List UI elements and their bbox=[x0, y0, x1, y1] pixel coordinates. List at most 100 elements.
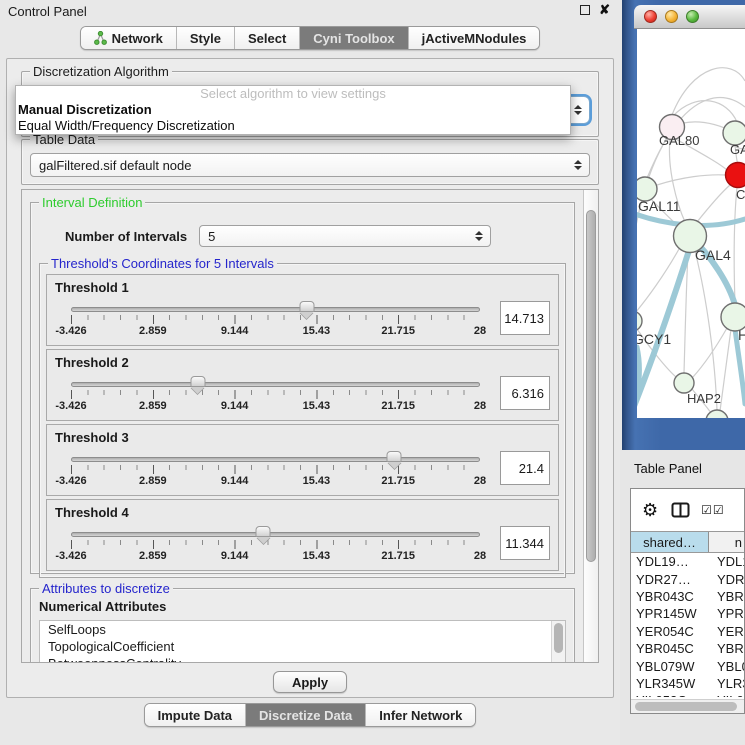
top-tab-row: Network Style Select Cyni Toolbox jActiv… bbox=[0, 26, 620, 56]
table-row[interactable]: YER054C YER0 bbox=[631, 623, 744, 640]
cell[interactable]: YBR043C bbox=[631, 589, 709, 604]
split-columns-icon[interactable] bbox=[671, 502, 690, 518]
group-title: Discretization Algorithm bbox=[30, 64, 172, 79]
settings-vertical-scrollbar[interactable] bbox=[583, 190, 598, 662]
tab-label: Cyni Toolbox bbox=[313, 31, 394, 46]
tab-label: Style bbox=[190, 31, 221, 46]
table-data-group: Table Data galFiltered.sif default node bbox=[21, 139, 599, 185]
table-row[interactable]: YDL19… YDL1 bbox=[631, 553, 744, 570]
threshold-3-value[interactable]: 21.4 bbox=[500, 451, 550, 485]
table-row[interactable]: YLR345W YLR3 bbox=[631, 675, 744, 692]
cell[interactable]: YBR0 bbox=[709, 641, 744, 656]
zoom-traffic-light-icon[interactable] bbox=[686, 10, 699, 23]
group-title: Threshold's Coordinates for 5 Intervals bbox=[48, 256, 277, 271]
table-row[interactable]: YBL079W YBL0 bbox=[631, 657, 744, 674]
scale-label: 21.715 bbox=[381, 400, 415, 412]
dropdown-hint: Select algorithm to view settings bbox=[16, 86, 570, 102]
table-data-combobox[interactable]: galFiltered.sif default node bbox=[30, 153, 590, 177]
threshold-2-slider[interactable]: -3.426 2.859 9.144 15.43 21.715 28 bbox=[55, 374, 486, 413]
list-item[interactable]: BetweennessCentrality bbox=[40, 655, 565, 662]
tab-jactivemnodules[interactable]: jActiveMNodules bbox=[409, 27, 540, 49]
tab-label: Network bbox=[112, 31, 163, 46]
close-icon[interactable]: ✘ bbox=[599, 4, 610, 16]
cell[interactable]: YLR3 bbox=[709, 676, 744, 691]
combo-value: galFiltered.sif default node bbox=[39, 158, 191, 173]
thresholds-group: Threshold's Coordinates for 5 Intervals … bbox=[39, 263, 566, 578]
table-horizontal-scrollbar[interactable] bbox=[631, 699, 744, 713]
list-item[interactable]: SelfLoops bbox=[40, 621, 565, 638]
slider-thumb[interactable] bbox=[299, 301, 314, 312]
slider-rail bbox=[71, 307, 480, 312]
node-hap2[interactable] bbox=[674, 373, 694, 393]
cell[interactable]: YBL079W bbox=[631, 659, 709, 674]
tab-discretize-data[interactable]: Discretize Data bbox=[246, 704, 366, 726]
dropdown-option-manual-discretization[interactable]: Manual Discretization bbox=[16, 102, 570, 118]
slider-thumb[interactable] bbox=[256, 526, 271, 537]
bottom-tab-row: Impute Data Discretize Data Infer Networ… bbox=[0, 703, 620, 727]
cell[interactable]: YDR27… bbox=[631, 572, 709, 587]
table-row[interactable]: YBR043C YBR0 bbox=[631, 588, 744, 605]
threshold-4-slider[interactable]: -3.426 2.859 9.144 15.43 21.715 28 bbox=[55, 524, 486, 563]
number-of-intervals-combobox[interactable]: 5 bbox=[199, 225, 491, 247]
cell[interactable]: YBR0 bbox=[709, 589, 744, 604]
cell[interactable]: YBL0 bbox=[709, 659, 744, 674]
cell[interactable]: YDL19… bbox=[631, 554, 709, 569]
list-scrollbar[interactable] bbox=[551, 621, 565, 662]
tab-infer-network[interactable]: Infer Network bbox=[366, 704, 475, 726]
cell[interactable]: YIL052C bbox=[631, 693, 709, 697]
slider-thumb[interactable] bbox=[190, 376, 205, 387]
table-row[interactable]: YPR145W YPR1 bbox=[631, 605, 744, 622]
scale-label: 28 bbox=[474, 400, 486, 412]
tab-label: jActiveMNodules bbox=[422, 31, 527, 46]
column-header-name[interactable]: n bbox=[709, 532, 744, 552]
dropdown-option-equal-width-frequency[interactable]: Equal Width/Frequency Discretization bbox=[16, 118, 570, 134]
threshold-4-box: Threshold 4 -3.426 bbox=[46, 499, 559, 571]
threshold-3-slider[interactable]: -3.426 2.859 9.144 15.43 21.715 28 bbox=[55, 449, 486, 488]
slider-ticks bbox=[71, 315, 480, 324]
cell[interactable]: YIL0 bbox=[709, 693, 744, 697]
cell[interactable]: YPR1 bbox=[709, 606, 744, 621]
slider-thumb[interactable] bbox=[387, 451, 402, 462]
network-canvas[interactable]: GAL80 GA C GAL11 GAL4 GCY1 H HAP2 bbox=[637, 29, 745, 418]
gear-icon[interactable]: ⚙ bbox=[642, 500, 658, 521]
tab-cyni-toolbox[interactable]: Cyni Toolbox bbox=[300, 27, 408, 49]
cell[interactable]: YPR145W bbox=[631, 606, 709, 621]
threshold-1-value[interactable]: 14.713 bbox=[500, 301, 550, 335]
cell[interactable]: YER054C bbox=[631, 624, 709, 639]
table-panel: ⚙ ☑☑ shared… n YDL19… YDL1 YDR27… YDR2 Y… bbox=[630, 488, 745, 714]
network-nodes[interactable] bbox=[637, 115, 745, 419]
tab-impute-data[interactable]: Impute Data bbox=[145, 704, 246, 726]
scrollbar-thumb[interactable] bbox=[586, 210, 596, 562]
cell[interactable]: YDR2 bbox=[709, 572, 744, 587]
scale-label: 9.144 bbox=[221, 400, 249, 412]
table-row[interactable]: YIL052C YIL0 bbox=[631, 692, 744, 697]
minimize-traffic-light-icon[interactable] bbox=[665, 10, 678, 23]
slider-scale: -3.426 2.859 9.144 15.43 21.715 28 bbox=[71, 550, 480, 563]
node-gcy1[interactable] bbox=[637, 311, 642, 331]
tab-select[interactable]: Select bbox=[235, 27, 300, 49]
numerical-attributes-list[interactable]: SelfLoops TopologicalCoefficient Between… bbox=[39, 620, 566, 662]
table-row[interactable]: YDR27… YDR2 bbox=[631, 570, 744, 587]
table-row[interactable]: YBR045C YBR0 bbox=[631, 640, 744, 657]
apply-button[interactable]: Apply bbox=[273, 671, 347, 693]
select-columns-icons[interactable]: ☑☑ bbox=[701, 503, 725, 517]
cell[interactable]: YDL1 bbox=[709, 554, 744, 569]
close-traffic-light-icon[interactable] bbox=[644, 10, 657, 23]
threshold-4-value[interactable]: 11.344 bbox=[500, 526, 550, 560]
threshold-1-slider[interactable]: -3.426 2.859 9.144 15.43 21.715 28 bbox=[55, 299, 486, 338]
scale-label: 2.859 bbox=[139, 325, 167, 337]
tab-network[interactable]: Network bbox=[81, 27, 177, 49]
cell[interactable]: YER0 bbox=[709, 624, 744, 639]
column-header-shared-name[interactable]: shared… bbox=[631, 532, 709, 552]
float-window-icon[interactable] bbox=[580, 5, 590, 15]
threshold-2-value[interactable]: 6.316 bbox=[500, 376, 550, 410]
threshold-1-box: Threshold 1 -3.426 bbox=[46, 274, 559, 346]
node-selected-red[interactable] bbox=[726, 163, 745, 188]
cell[interactable]: YBR045C bbox=[631, 641, 709, 656]
scale-label: 15.43 bbox=[303, 475, 331, 487]
scrollbar-thumb[interactable] bbox=[635, 702, 737, 711]
list-item[interactable]: TopologicalCoefficient bbox=[40, 638, 565, 655]
node-label: GCY1 bbox=[637, 331, 671, 347]
cell[interactable]: YLR345W bbox=[631, 676, 709, 691]
tab-style[interactable]: Style bbox=[177, 27, 235, 49]
